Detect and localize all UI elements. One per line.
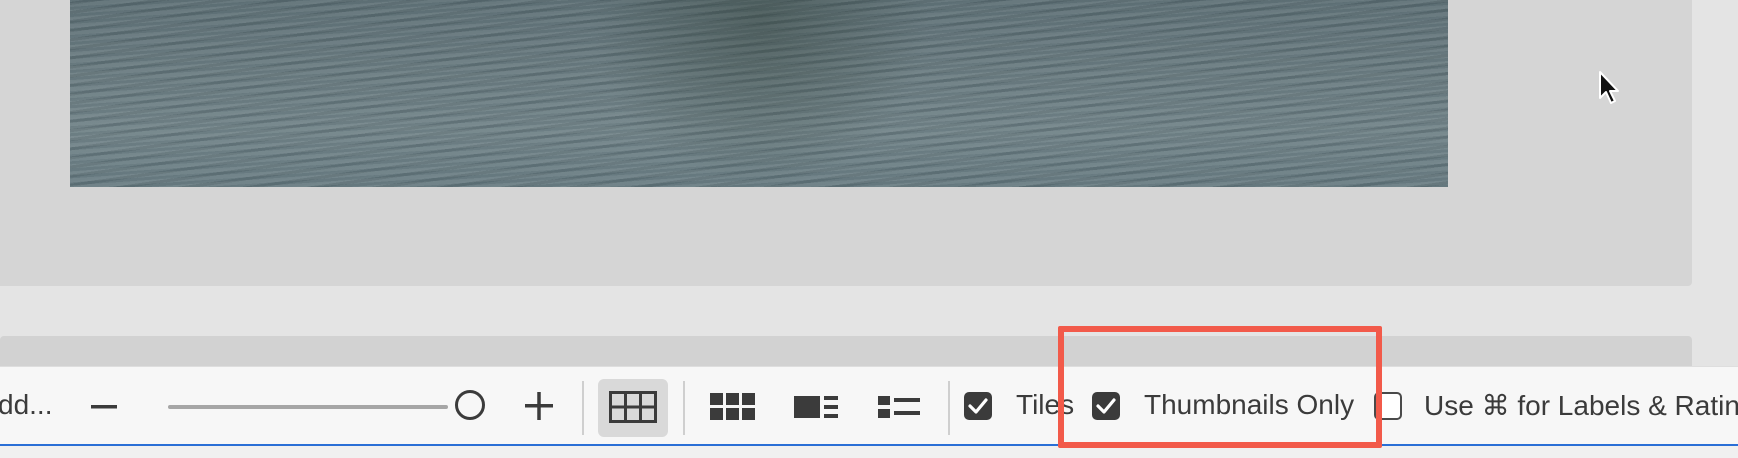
slider-thumb[interactable]: [455, 390, 485, 420]
grid-thumbnails-icon[interactable]: [710, 393, 756, 421]
bottom-toolbar: dd... Tiles Thumbnails Only Use ⌘ for La…: [0, 366, 1738, 445]
zoom-in-icon[interactable]: [524, 391, 554, 421]
toolbar-separator: [948, 381, 950, 435]
thumbnail-size-slider[interactable]: [168, 389, 485, 425]
toolbar-separator: [683, 381, 685, 435]
photo-preview[interactable]: [70, 0, 1448, 187]
truncated-menu-label[interactable]: dd...: [0, 389, 52, 421]
zoom-out-icon[interactable]: [90, 393, 118, 421]
list-view-icon[interactable]: [878, 394, 920, 420]
tiles-checkbox[interactable]: [964, 392, 992, 420]
annotation-highlight-box: [1058, 326, 1382, 448]
slider-track: [168, 405, 448, 409]
toolbar-separator: [582, 381, 584, 435]
grid-view-icon[interactable]: [609, 391, 657, 423]
details-view-icon[interactable]: [794, 394, 838, 420]
mouse-cursor-icon: [1599, 71, 1619, 104]
labels-ratings-label: Use ⌘ for Labels & Rating: [1424, 390, 1738, 421]
content-panel: [0, 0, 1692, 286]
horizontal-scrollbar[interactable]: [0, 336, 1692, 366]
window-bottom-edge: [0, 446, 1738, 458]
